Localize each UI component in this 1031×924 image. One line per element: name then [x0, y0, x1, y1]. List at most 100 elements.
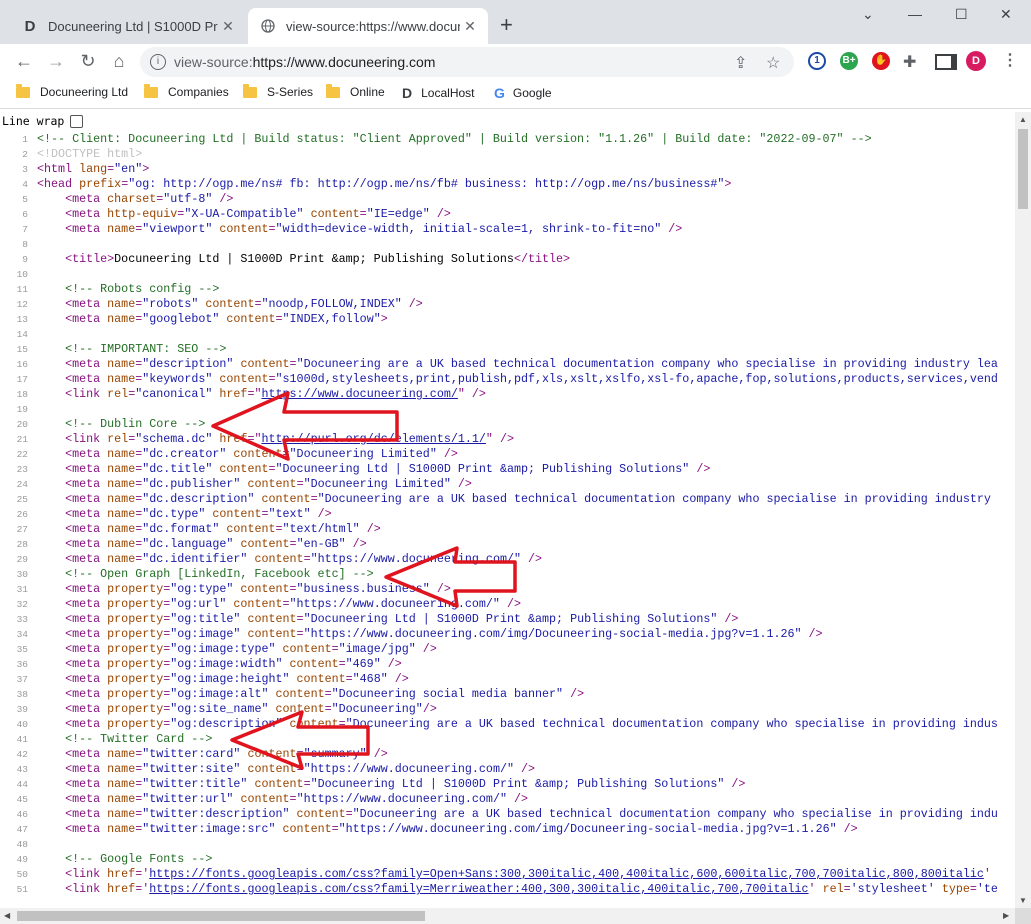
minimize-button[interactable]: — — [908, 6, 922, 22]
source-token: "robots" — [142, 297, 199, 311]
extensions-puzzle-icon[interactable]: ✚ — [903, 52, 916, 72]
close-icon[interactable]: ✕ — [460, 18, 480, 35]
line-content: <meta name = "twitter:description" content… — [37, 807, 998, 822]
line-number: 5 — [22, 194, 28, 205]
source-token: </title> — [513, 252, 571, 266]
line-number: 8 — [22, 239, 28, 250]
source-token: =' — [135, 882, 150, 896]
source-token: /> — [724, 777, 746, 791]
line-wrap-toggle[interactable]: Line wrap — [2, 114, 84, 128]
close-icon[interactable]: ✕ — [218, 18, 238, 35]
source-line: 44 <meta name="twitter:title" content="D… — [0, 777, 1015, 792]
source-token: /> — [506, 792, 529, 806]
source-token — [37, 387, 65, 401]
source-line: 34 <meta property="og:image" content="ht… — [0, 627, 1015, 642]
scroll-thumb[interactable] — [17, 911, 425, 921]
line-content: <!-- Robots config --> — [37, 282, 219, 297]
source-view[interactable]: Line wrap 1 <!-- Client: Docuneering Ltd … — [0, 112, 1015, 908]
source-line: 25 <meta name="dc.description" content="… — [0, 492, 1015, 507]
tab-view-source[interactable]: view-source:https://www.docuneering.com … — [248, 8, 488, 44]
source-line: 29 <meta name="dc.identifier" content="h… — [0, 552, 1015, 567]
menu-icon[interactable]: ⋮ — [1002, 50, 1018, 70]
source-token: <html — [37, 162, 80, 176]
scroll-up-icon[interactable]: ▲ — [1019, 115, 1027, 124]
source-link[interactable]: https://fonts.googleapis.com/css?family=… — [149, 867, 984, 881]
source-token: "dc.format" — [142, 522, 220, 536]
bookmark-s-series[interactable]: S-Series — [243, 83, 313, 99]
source-token: "https://www.docuneering.com/" — [310, 552, 522, 566]
line-number: 36 — [16, 659, 28, 670]
source-line: 23 <meta name="dc.title" content="Docune… — [0, 462, 1015, 477]
url-text[interactable]: view-source:https://www.docuneering.com — [174, 54, 435, 70]
source-token: property — [107, 657, 164, 671]
address-bar[interactable]: i view-source:https://www.docuneering.co… — [140, 47, 794, 77]
extension-b-plus-icon[interactable]: B+ — [840, 52, 858, 70]
avatar[interactable]: D — [966, 51, 986, 71]
tab-search-icon[interactable]: ⌄ — [862, 6, 874, 23]
source-token: = — [268, 372, 276, 386]
source-token: property — [107, 672, 164, 686]
line-content: <meta name="googlebot" content="INDEX,fo… — [37, 312, 388, 327]
source-token: = — [331, 822, 339, 836]
line-wrap-checkbox[interactable] — [70, 114, 84, 128]
source-token: = — [282, 447, 290, 461]
source-token: = — [296, 612, 304, 626]
close-window-button[interactable]: ✕ — [1000, 6, 1012, 23]
reload-icon[interactable]: ↻ — [76, 50, 100, 72]
source-token: <meta — [65, 222, 108, 236]
bookmark-online[interactable]: Online — [326, 83, 385, 99]
folder-icon — [326, 83, 340, 98]
source-line: 46 <meta name = "twitter:description" cont… — [0, 807, 1015, 822]
forward-icon[interactable]: → — [44, 50, 68, 72]
scroll-left-icon[interactable]: ◀ — [4, 911, 10, 920]
maximize-button[interactable]: ☐ — [955, 6, 968, 23]
bookmark-localhost[interactable]: D LocalHost — [402, 85, 475, 101]
source-token: "dc.description" — [142, 492, 255, 506]
source-line: 36 <meta property = "og:image:width" conte… — [0, 657, 1015, 672]
line-number: 24 — [16, 479, 28, 490]
source-token: name — [107, 507, 136, 521]
source-token: property — [107, 702, 164, 716]
source-token: "Docuneering Limited" — [289, 447, 437, 461]
source-token — [37, 567, 65, 581]
bookmark-star-icon[interactable]: ☆ — [766, 53, 780, 73]
source-token: <link — [65, 867, 108, 881]
source-token: <!-- IMPORTANT: SEO --> — [65, 342, 227, 356]
scroll-right-icon[interactable]: ▶ — [1003, 911, 1009, 920]
source-link[interactable]: https://fonts.googleapis.com/css?family=… — [149, 882, 808, 896]
line-number: 11 — [16, 284, 28, 295]
new-tab-button[interactable]: + — [500, 14, 513, 36]
source-token: "468" — [352, 672, 388, 686]
back-icon[interactable]: ← — [12, 50, 36, 72]
tab-docuneering[interactable]: D Docuneering Ltd | S1000D Print & Publi… — [10, 8, 246, 44]
source-token: "twitter:site" — [142, 762, 241, 776]
source-token: = — [268, 462, 276, 476]
adblock-icon[interactable]: ✋ — [872, 52, 890, 70]
line-number: 47 — [16, 824, 28, 835]
share-icon[interactable]: ⇪ — [734, 53, 747, 73]
source-line: 30 <!-- Open Graph [LinkedIn, Facebook e… — [0, 567, 1015, 582]
bookmark-companies[interactable]: Companies — [144, 83, 229, 99]
scroll-thumb[interactable] — [1018, 129, 1028, 209]
source-line: 38 <meta property = "og:image:alt" content… — [0, 687, 1015, 702]
bookmark-google[interactable]: G Google — [494, 85, 552, 101]
home-icon[interactable]: ⌂ — [107, 50, 131, 72]
scroll-down-icon[interactable]: ▼ — [1019, 896, 1027, 905]
password-manager-icon[interactable]: 1 — [808, 52, 826, 70]
source-token: "twitter:url" — [142, 792, 234, 806]
source-token: "googlebot" — [142, 312, 220, 326]
source-token: "og:title" — [170, 612, 241, 626]
vertical-scrollbar[interactable]: ▲ ▼ — [1015, 112, 1031, 908]
line-number: 20 — [16, 419, 28, 430]
source-link[interactable]: http://purl.org/dc/elements/1.1/ — [261, 432, 485, 446]
line-number: 50 — [16, 869, 28, 880]
bookmark-label: Companies — [168, 85, 229, 99]
site-info-icon[interactable]: i — [150, 54, 166, 70]
source-link[interactable]: https://www.docuneering.com/ — [261, 387, 457, 401]
source-token — [37, 777, 65, 791]
side-panel-icon[interactable] — [935, 54, 957, 70]
source-token: name — [107, 777, 136, 791]
horizontal-scrollbar[interactable]: ◀ ▶ — [0, 908, 1015, 924]
bookmark-docuneering[interactable]: Docuneering Ltd — [16, 83, 128, 99]
source-token: <meta — [65, 702, 108, 716]
